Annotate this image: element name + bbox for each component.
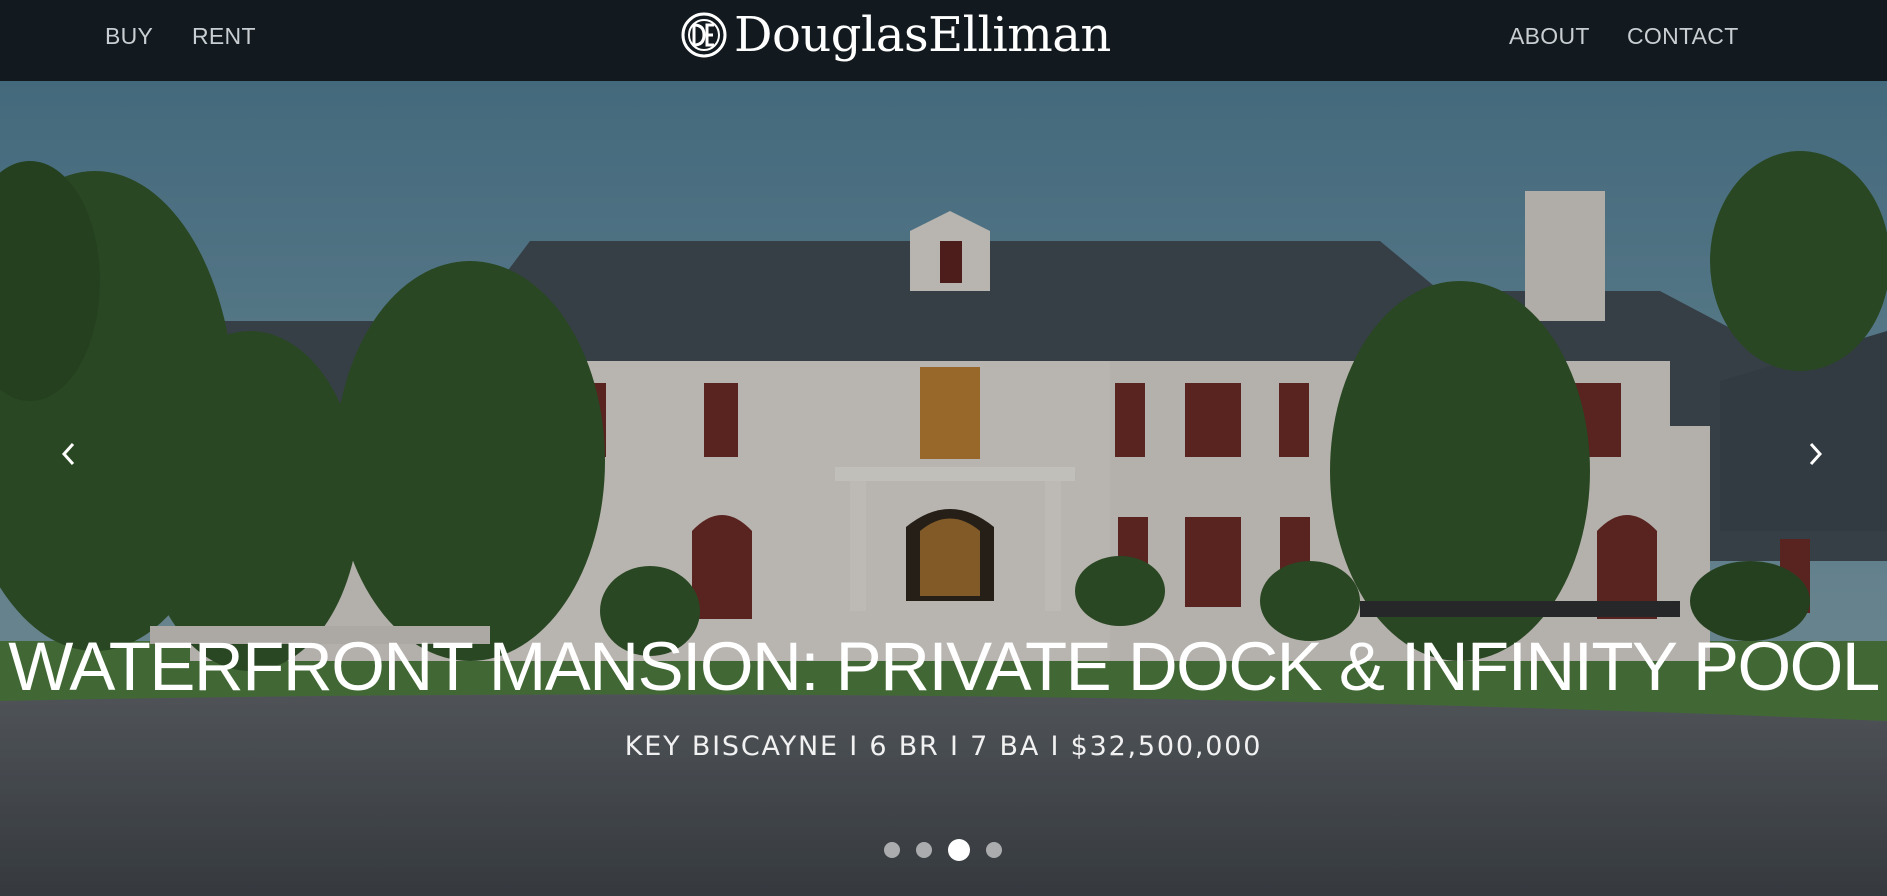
carousel-next-button[interactable] xyxy=(1795,429,1835,479)
brand-logo[interactable]: DouglasElliman xyxy=(680,6,1111,64)
hero-carousel: WATERFRONT MANSION: PRIVATE DOCK & INFIN… xyxy=(0,81,1887,896)
hero-overlay xyxy=(0,81,1887,896)
carousel-dot-3-active[interactable] xyxy=(948,839,970,861)
nav-about-link[interactable]: ABOUT xyxy=(1509,23,1590,50)
logo-wordmark: DouglasElliman xyxy=(734,7,1111,63)
carousel-prev-button[interactable] xyxy=(49,429,89,479)
chevron-left-icon xyxy=(61,442,75,466)
carousel-dot-1[interactable] xyxy=(884,842,900,858)
carousel-dot-4[interactable] xyxy=(986,842,1002,858)
nav-contact-link[interactable]: CONTACT xyxy=(1627,23,1739,50)
nav-rent-link[interactable]: RENT xyxy=(192,23,256,50)
chevron-right-icon xyxy=(1809,442,1823,466)
nav-buy-link[interactable]: BUY xyxy=(105,23,153,50)
listing-headline: WATERFRONT MANSION: PRIVATE DOCK & INFIN… xyxy=(8,628,1880,705)
carousel-pagination xyxy=(884,839,1002,861)
carousel-dot-2[interactable] xyxy=(916,842,932,858)
logo-monogram-icon xyxy=(681,12,727,58)
site-header: BUY RENT DouglasElliman ABOUT CONTACT xyxy=(0,0,1887,81)
listing-details: KEY BISCAYNE I 6 BR I 7 BA I $32,500,000 xyxy=(624,731,1263,762)
